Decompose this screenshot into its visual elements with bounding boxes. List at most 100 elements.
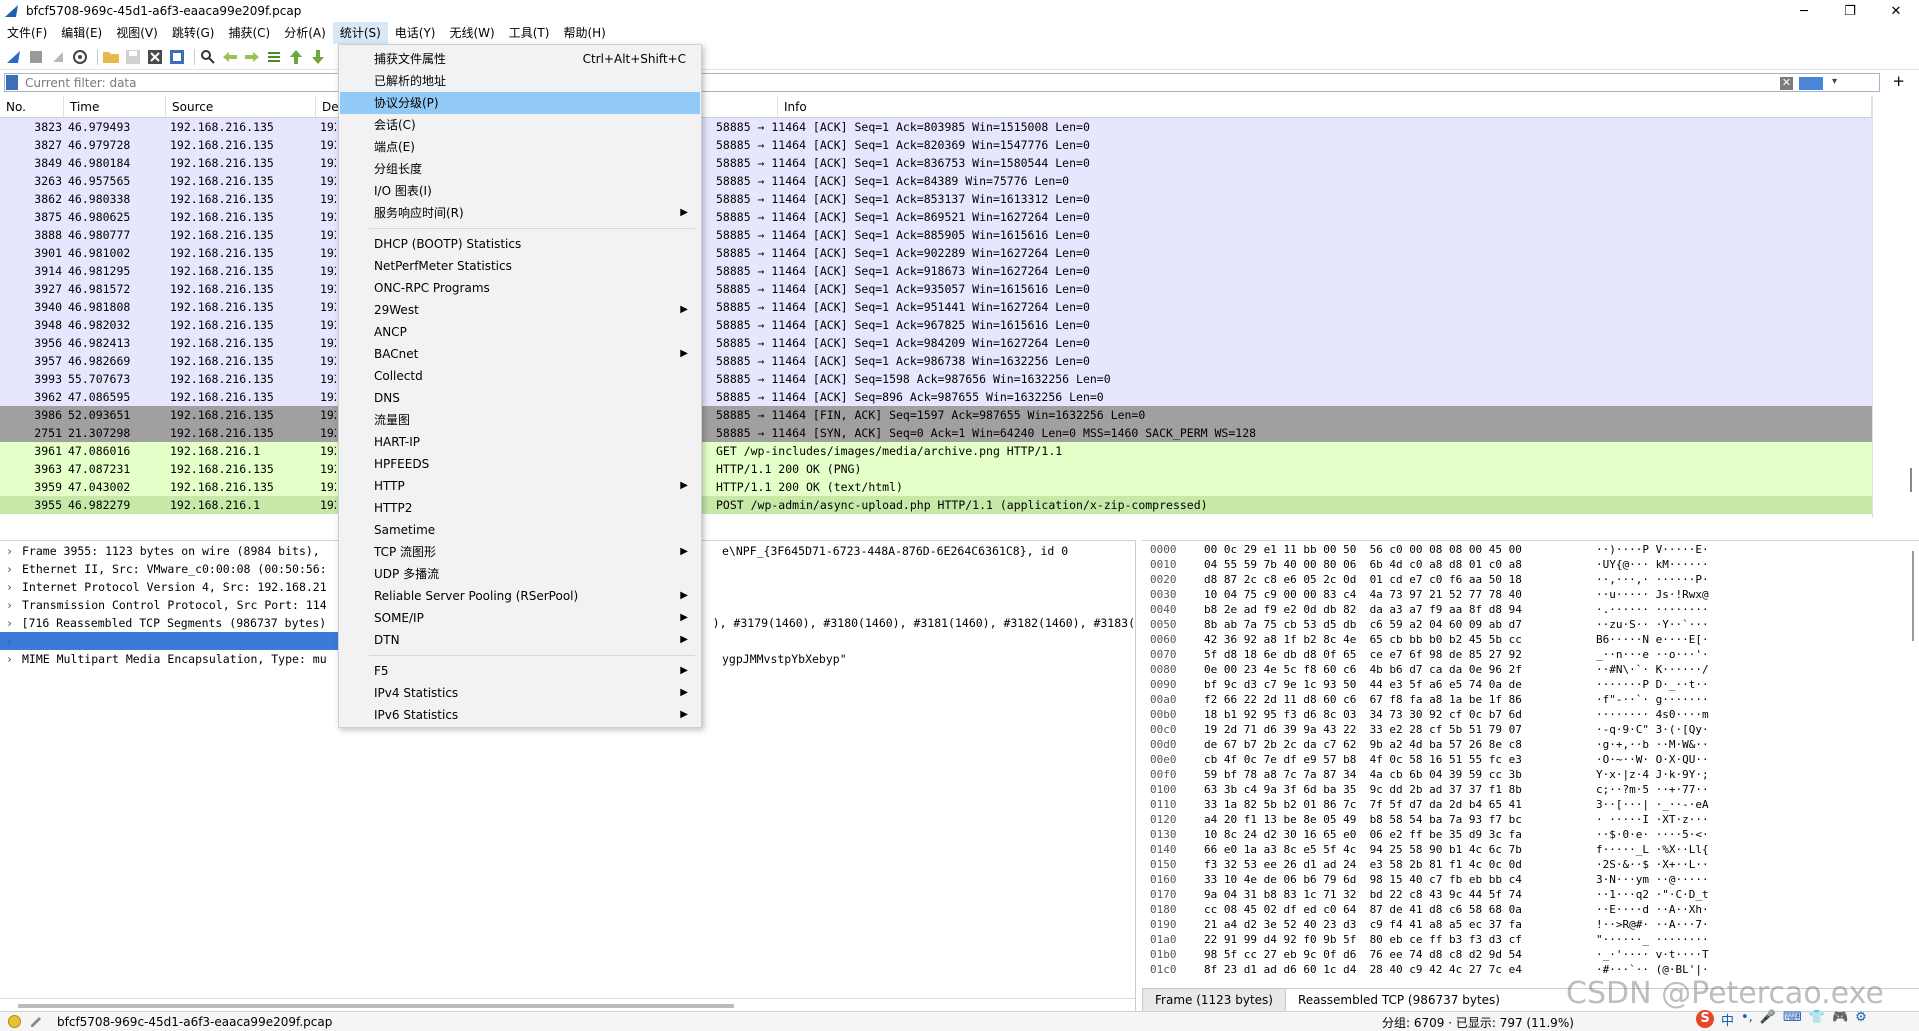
stats-menu-item[interactable]: DHCP (BOOTP) Statistics: [340, 233, 700, 255]
stats-menu-item[interactable]: SOME/IP ▶: [340, 607, 700, 629]
packet-row[interactable]: 396147.086016192.168.216.1192971GET /wp-…: [0, 442, 1872, 460]
stats-menu-item[interactable]: HPFEEDS: [340, 453, 700, 475]
clear-filter-icon[interactable]: ✕: [1780, 77, 1793, 90]
packet-row[interactable]: 388846.980777192.168.216.1351926058885 →…: [0, 226, 1872, 244]
last-packet-icon[interactable]: [309, 48, 327, 66]
tab-frame-bytes[interactable]: Frame (1123 bytes): [1142, 988, 1286, 1011]
stats-menu-item[interactable]: Reliable Server Pooling (RSerPool) ▶: [340, 585, 700, 607]
expand-chevron-icon[interactable]: ›: [6, 650, 22, 668]
packet-row[interactable]: 326346.957565192.168.216.1351926058885 →…: [0, 172, 1872, 190]
packet-row[interactable]: 395746.982669192.168.216.1351926058885 →…: [0, 352, 1872, 370]
stats-menu-item[interactable]: 会话(C): [340, 114, 700, 136]
packet-row[interactable]: 384946.980184192.168.216.1351926058885 →…: [0, 154, 1872, 172]
menu-0[interactable]: 文件(F): [0, 22, 54, 44]
packet-row[interactable]: 395546.982279192.168.216.11921123POST /w…: [0, 496, 1872, 514]
stats-menu-item[interactable]: 端点(E): [340, 136, 700, 158]
stats-menu-item[interactable]: IPv6 Statistics ▶: [340, 704, 700, 726]
stats-menu-item[interactable]: HTTP2: [340, 497, 700, 519]
expand-chevron-icon[interactable]: ›: [6, 542, 22, 560]
stats-menu-item[interactable]: HART-IP: [340, 431, 700, 453]
scrollbar-thumb[interactable]: [1910, 468, 1912, 492]
packet-row[interactable]: 386246.980338192.168.216.1351926058885 →…: [0, 190, 1872, 208]
menu-3[interactable]: 跳转(G): [165, 22, 222, 44]
detail-tree-item[interactable]: ›Hypertext Transfer Protocol: [0, 632, 338, 650]
menu-6[interactable]: 统计(S): [332, 22, 388, 44]
details-horizontal-scrollbar[interactable]: [0, 998, 1135, 1012]
open-file-icon[interactable]: [102, 48, 120, 66]
stats-menu-item[interactable]: ANCP: [340, 321, 700, 343]
ime-keyboard-icon[interactable]: ⌨: [1783, 1010, 1802, 1029]
edit-comment-icon[interactable]: [29, 1015, 43, 1029]
packet-row[interactable]: 382746.979728192.168.216.1351926058885 →…: [0, 136, 1872, 154]
column-no[interactable]: No.: [0, 96, 64, 117]
packet-row[interactable]: 395947.043002192.168.216.135192949HTTP/1…: [0, 478, 1872, 496]
stats-menu-item[interactable]: TCP 流图形 ▶: [340, 541, 700, 563]
packet-row[interactable]: 387546.980625192.168.216.1351926058885 →…: [0, 208, 1872, 226]
reload-file-icon[interactable]: [168, 48, 186, 66]
close-button[interactable]: ✕: [1873, 0, 1919, 22]
menu-9[interactable]: 工具(T): [502, 22, 557, 44]
stop-capture-icon[interactable]: [27, 48, 45, 66]
add-filter-button[interactable]: +: [1892, 72, 1905, 90]
expand-chevron-icon[interactable]: ›: [6, 560, 22, 578]
stats-menu-item[interactable]: BACnet ▶: [340, 343, 700, 365]
go-to-packet-icon[interactable]: [265, 48, 283, 66]
column-info[interactable]: Info: [778, 96, 1872, 117]
ime-voice-icon[interactable]: 🎤: [1760, 1010, 1776, 1029]
stats-menu-item[interactable]: IPv4 Statistics ▶: [340, 682, 700, 704]
expand-chevron-icon[interactable]: ›: [6, 596, 22, 614]
menu-10[interactable]: 帮助(H): [556, 22, 612, 44]
stats-menu-item[interactable]: 捕获文件属性 Ctrl+Alt+Shift+C: [340, 48, 700, 70]
stats-menu-item[interactable]: 协议分级(P): [340, 92, 700, 114]
packet-row[interactable]: 394046.981808192.168.216.1351926058885 →…: [0, 298, 1872, 316]
menu-8[interactable]: 无线(W): [443, 22, 502, 44]
stats-menu-item[interactable]: DNS: [340, 387, 700, 409]
ime-skin-icon[interactable]: 👕: [1809, 1010, 1825, 1029]
stats-menu-item[interactable]: HTTP ▶: [340, 475, 700, 497]
stats-menu-item[interactable]: F5 ▶: [340, 660, 700, 682]
stats-menu-item[interactable]: 29West ▶: [340, 299, 700, 321]
menu-1[interactable]: 编辑(E): [54, 22, 109, 44]
minimize-button[interactable]: ─: [1781, 0, 1827, 22]
ime-settings-icon[interactable]: ⚙: [1855, 1010, 1867, 1029]
stats-menu-item[interactable]: Collectd: [340, 365, 700, 387]
restart-capture-icon[interactable]: [49, 48, 67, 66]
capture-options-icon[interactable]: [71, 48, 89, 66]
first-packet-icon[interactable]: [287, 48, 305, 66]
packet-row[interactable]: 398652.093651192.168.216.1351926058885 →…: [0, 406, 1872, 424]
ime-game-icon[interactable]: 🎮: [1832, 1010, 1848, 1029]
expand-chevron-icon[interactable]: ›: [6, 614, 22, 632]
stats-menu-item[interactable]: 分组长度: [340, 158, 700, 180]
stats-menu-item[interactable]: UDP 多播流: [340, 563, 700, 585]
go-back-icon[interactable]: [221, 48, 239, 66]
find-packet-icon[interactable]: [199, 48, 217, 66]
packet-row[interactable]: 392746.981572192.168.216.1351926058885 →…: [0, 280, 1872, 298]
column-source[interactable]: Source: [166, 96, 316, 117]
filter-history-chevron-icon[interactable]: ▾: [1832, 76, 1837, 87]
packet-row[interactable]: 275121.307298192.168.216.1351926658885 →…: [0, 424, 1872, 442]
packet-row[interactable]: 399355.707673192.168.216.1351926058885 →…: [0, 370, 1872, 388]
stats-menu-item[interactable]: 已解析的地址: [340, 70, 700, 92]
start-capture-icon[interactable]: [5, 48, 23, 66]
save-file-icon[interactable]: [124, 48, 142, 66]
packet-row[interactable]: 396247.086595192.168.216.1351926058885 →…: [0, 388, 1872, 406]
packet-row[interactable]: 391446.981295192.168.216.1351926058885 →…: [0, 262, 1872, 280]
packet-row[interactable]: 390146.981002192.168.216.1351926058885 →…: [0, 244, 1872, 262]
apply-filter-icon[interactable]: [1799, 77, 1823, 90]
maximize-button[interactable]: ❐: [1827, 0, 1873, 22]
ime-punctuation-icon[interactable]: •,: [1741, 1010, 1753, 1029]
expert-info-led-icon[interactable]: [8, 1015, 21, 1028]
expand-chevron-icon[interactable]: ›: [6, 632, 13, 650]
stats-menu-item[interactable]: 流量图: [340, 409, 700, 431]
packet-row[interactable]: 382346.979493192.168.216.1351926058885 →…: [0, 118, 1872, 136]
stats-menu-item[interactable]: DTN ▶: [340, 629, 700, 651]
menu-7[interactable]: 电话(Y): [388, 22, 443, 44]
tab-reassembled-tcp[interactable]: Reassembled TCP (986737 bytes): [1286, 989, 1512, 1011]
column-time[interactable]: Time: [64, 96, 166, 117]
packet-list-scrollbar[interactable]: [1872, 96, 1919, 518]
stats-menu-item[interactable]: ONC-RPC Programs: [340, 277, 700, 299]
packet-row[interactable]: 395646.982413192.168.216.1351926058885 →…: [0, 334, 1872, 352]
scrollbar-thumb[interactable]: [18, 1004, 734, 1008]
stats-menu-item[interactable]: Sametime: [340, 519, 700, 541]
menu-4[interactable]: 捕获(C): [221, 22, 277, 44]
